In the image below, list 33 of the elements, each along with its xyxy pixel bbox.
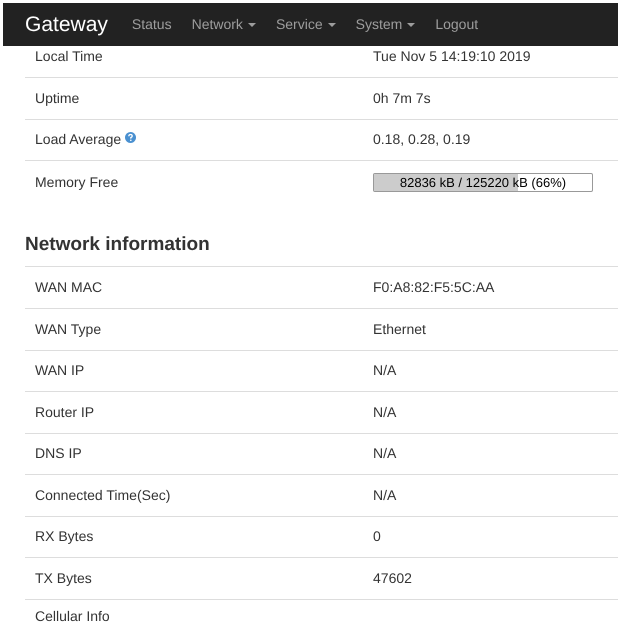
help-icon[interactable] [125,132,136,143]
nav-dropdown[interactable]: Service [276,14,336,35]
section-heading: Network information [25,233,211,257]
row-label: WAN Type [35,320,102,339]
row-value: Ethernet [373,320,426,339]
row-label: Local Time [35,47,103,66]
row-label: DNS IP [35,444,82,464]
row-label: Cellular Info [35,606,110,626]
row-label: WAN MAC [35,278,102,297]
row-value: N/A [373,444,396,464]
row-label: Memory Free [35,173,118,192]
nav-dropdown[interactable]: System [356,14,416,35]
row-label: Connected Time(Sec) [35,486,170,505]
row-value: F0:A8:82:F5:5C:AA [373,278,494,297]
row-label: Load Average [35,130,122,150]
row-label: TX Bytes [35,568,92,588]
row-value: 0.18, 0.28, 0.19 [373,130,470,150]
row-value: 0 [373,527,381,546]
row-label: Router IP [35,402,94,422]
row-value: N/A [373,486,396,505]
row-value: N/A [373,402,396,422]
row-value: Tue Nov 5 14:19:10 2019 [373,47,530,66]
row-label: Uptime [35,88,80,108]
brand-title[interactable]: Gateway [25,8,108,40]
nav-link[interactable]: Status [132,14,172,35]
nav-dropdown[interactable]: Network [192,14,256,35]
row-label: RX Bytes [35,527,94,546]
row-value: 47602 [373,568,412,588]
row-label: WAN IP [35,361,84,380]
nav-link[interactable]: Logout [435,14,478,35]
row-value: 0h 7m 7s [373,88,431,108]
meter-text: 82836 kB / 125220 kB (66%) [398,174,568,191]
row-value: N/A [373,361,396,380]
